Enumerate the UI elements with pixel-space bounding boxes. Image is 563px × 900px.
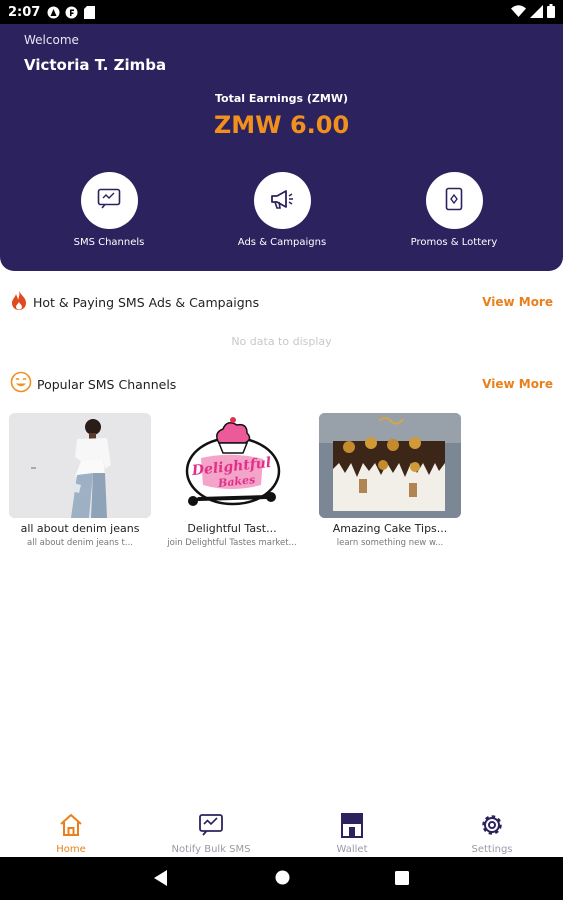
channel-subtitle: learn something new w...: [336, 538, 444, 548]
notification-icon: [64, 5, 78, 19]
recents-icon[interactable]: [395, 870, 409, 889]
user-name: Victoria T. Zimba: [24, 56, 167, 74]
channel-thumbnail: Delightful Bakes: [161, 413, 303, 518]
channel-card[interactable]: all about denim jeans all about denim je…: [9, 413, 151, 548]
quick-action-label: Ads & Campaigns: [237, 237, 327, 248]
nav-wallet[interactable]: Wallet: [292, 813, 412, 855]
store-icon: [338, 811, 366, 843]
view-more-link[interactable]: View More: [482, 295, 553, 309]
channel-card[interactable]: Delightful Bakes Delightful Tast... join…: [161, 413, 303, 548]
gear-icon: [479, 812, 505, 842]
nav-notify-bulk-sms[interactable]: Notify Bulk SMS: [151, 813, 271, 855]
channel-subtitle: all about denim jeans t...: [27, 538, 133, 548]
smile-icon: [10, 371, 32, 397]
nav-label: Settings: [471, 844, 513, 855]
bottom-navigation: Home Notify Bulk SMS Wallet Settings: [0, 805, 563, 857]
channel-subtitle: join Delightful Tastes market...: [167, 538, 297, 548]
battery-icon: [547, 4, 555, 22]
megaphone-icon: [269, 188, 295, 214]
nav-label: Wallet: [336, 844, 368, 855]
view-more-link[interactable]: View More: [482, 377, 553, 391]
notification-icon: [46, 5, 60, 19]
sms-icon: [97, 188, 121, 214]
nav-label: Notify Bulk SMS: [171, 844, 251, 855]
system-navigation-bar: [0, 857, 563, 900]
sd-card-icon: [82, 5, 96, 19]
earnings-value: ZMW 6.00: [213, 111, 350, 139]
sms-icon: [198, 813, 224, 841]
fire-icon: [10, 289, 28, 315]
ticket-icon: [445, 187, 463, 215]
status-bar: 2:07: [0, 0, 563, 24]
channel-thumbnail: [9, 413, 151, 518]
nav-settings[interactable]: Settings: [432, 813, 552, 855]
welcome-text: Welcome: [24, 33, 79, 47]
quick-action-label: SMS Channels: [73, 237, 145, 248]
section-title: Popular SMS Channels: [37, 376, 177, 392]
signal-icon: [530, 4, 543, 22]
section-title: Hot & Paying SMS Ads & Campaigns: [33, 294, 260, 310]
wifi-icon: [511, 5, 526, 21]
delightful-logo: Delightful Bakes: [185, 417, 281, 506]
quick-action-label: Promos & Lottery: [410, 237, 498, 248]
hot-section-header: Hot & Paying SMS Ads & Campaigns View Mo…: [10, 290, 553, 314]
earnings-label: Total Earnings (ZMW): [214, 92, 349, 105]
popular-section-header: Popular SMS Channels View More: [10, 371, 553, 397]
channel-title: all about denim jeans: [20, 522, 140, 535]
back-icon[interactable]: [154, 870, 168, 890]
nav-label: Home: [56, 844, 86, 855]
empty-state-text: No data to display: [231, 335, 332, 348]
channel-title: Delightful Tast...: [187, 522, 277, 535]
channel-title: Amazing Cake Tips...: [332, 522, 448, 535]
channel-card[interactable]: Amazing Cake Tips... learn something new…: [319, 413, 461, 548]
quick-action-ads-campaigns[interactable]: Ads & Campaigns: [212, 172, 352, 248]
home-icon: [58, 812, 84, 842]
nav-home[interactable]: Home: [11, 813, 131, 855]
home-button-icon[interactable]: [275, 870, 290, 889]
header-panel: Welcome Victoria T. Zimba Total Earnings…: [0, 24, 563, 271]
quick-action-sms-channels[interactable]: SMS Channels: [39, 172, 179, 248]
quick-action-promos-lottery[interactable]: Promos & Lottery: [384, 172, 524, 248]
status-time: 2:07: [8, 4, 41, 20]
channel-thumbnail: [319, 413, 461, 518]
